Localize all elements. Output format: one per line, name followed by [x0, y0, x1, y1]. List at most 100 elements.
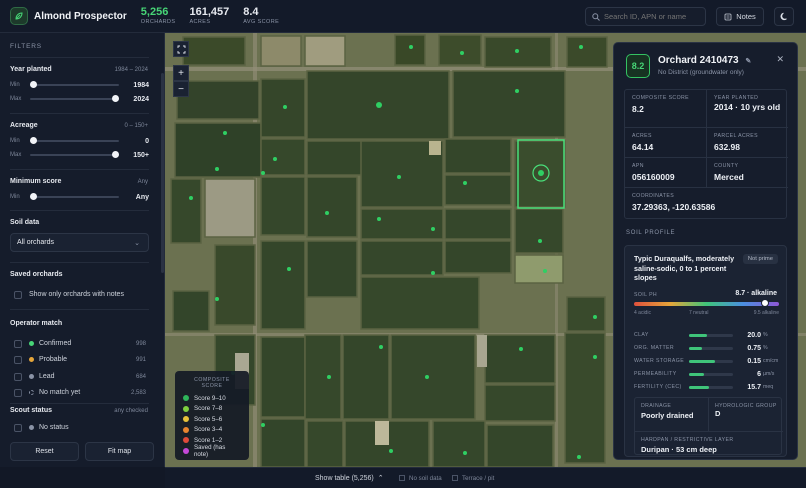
metric-permeability: PERMEABILITY 6 µm/s: [634, 370, 775, 378]
scout-status-title: Scout status: [10, 407, 53, 414]
min-score-track[interactable]: [30, 193, 119, 200]
legend-item: Score 9–10: [183, 393, 241, 404]
soil-ph-value: 8.7 · alkaline: [735, 290, 777, 297]
divider: [10, 113, 149, 114]
orchard-subtitle: No District (groundwater only): [658, 69, 744, 76]
sidebar-scrollbar[interactable]: [161, 73, 164, 273]
fullscreen-icon: [177, 45, 185, 53]
acreage-min-slider[interactable]: Min 0: [10, 136, 149, 146]
saved-orchards-title: Saved orchards: [10, 271, 63, 278]
filters-sidebar: FILTERS Year planted 1984 – 2024 Min 198…: [0, 33, 165, 467]
stat-avg-score: 8.4 AVG SCORE: [243, 5, 280, 25]
status-dot: [29, 341, 34, 346]
metric-bar: [689, 385, 709, 389]
search-icon: [592, 12, 600, 21]
field-apn: APN 056160009: [625, 158, 707, 188]
legend-swatch: [183, 426, 189, 433]
divider: [10, 403, 149, 404]
field-acres: ACRES 64.14: [625, 128, 707, 158]
soil-data-select[interactable]: All orchards ⌄: [10, 233, 149, 252]
acreage-max-knob[interactable]: [112, 151, 119, 158]
operator-probable-checkbox[interactable]: Probable 991: [14, 354, 146, 365]
soil-ph-marker: [760, 299, 769, 307]
search-input[interactable]: [604, 12, 704, 21]
search-box[interactable]: [585, 7, 706, 26]
notes-button[interactable]: Notes: [716, 7, 764, 26]
acreage-title: Acreage: [10, 122, 38, 129]
acreage-min-track[interactable]: [30, 137, 119, 144]
operator-lead-checkbox[interactable]: Lead 684: [14, 371, 146, 382]
prime-status-badge: Not prime: [742, 254, 778, 264]
zoom-in-button[interactable]: +: [173, 65, 189, 81]
orchard-detail-panel: 8.2 Orchard 2410473 ✎ No District (groun…: [613, 42, 798, 460]
metric-bar: [689, 359, 716, 363]
metric-clay: CLAY 20.0 %: [634, 331, 768, 339]
operator-no-match-checkbox[interactable]: No match yet 2,583: [14, 387, 146, 398]
year-max-track[interactable]: [30, 95, 119, 102]
year-min-knob[interactable]: [30, 81, 37, 88]
status-dot: [29, 357, 34, 362]
scout-status-range: any checked: [114, 408, 148, 414]
orchard-fields-grid: COMPOSITE SCORE 8.2 YEAR PLANTED 2014 · …: [624, 89, 788, 219]
checkbox[interactable]: [14, 355, 22, 364]
status-dot: [29, 425, 34, 430]
status-dot: [29, 390, 34, 395]
acreage-max-slider[interactable]: Max 150+: [10, 150, 149, 160]
year-min-slider[interactable]: Min 1984: [10, 80, 149, 90]
acreage-min-knob[interactable]: [30, 137, 37, 144]
acreage-max-track[interactable]: [30, 151, 119, 158]
metric-bar: [689, 372, 705, 376]
orchard-title: Orchard 2410473 ✎: [658, 55, 752, 66]
divider: [10, 169, 149, 170]
checkbox[interactable]: [14, 339, 22, 348]
checkbox[interactable]: [14, 290, 22, 299]
scout-no-status-checkbox[interactable]: No status: [14, 422, 146, 433]
metric-bar: [689, 346, 703, 350]
min-score-range: Any: [137, 179, 148, 185]
legend-item: Saved (has note): [183, 444, 241, 458]
score-legend: COMPOSITE SCORE Score 9–10 Score 7–8 Sco…: [175, 371, 249, 460]
legend-item: Score 7–8: [183, 404, 241, 415]
reset-button[interactable]: Reset: [10, 442, 79, 461]
min-score-title: Minimum score: [10, 178, 62, 185]
fullscreen-button[interactable]: [173, 41, 189, 57]
legend-swatch: [183, 416, 189, 423]
soil-ph-scale: [634, 302, 779, 306]
metric-bar: [689, 333, 708, 337]
year-min-track[interactable]: [30, 81, 119, 88]
operator-confirmed-checkbox[interactable]: Confirmed 998: [14, 338, 146, 349]
drainage-cell: DRAINAGE Poorly drained: [635, 398, 709, 432]
year-planted-title: Year planted: [10, 66, 52, 73]
show-notes-only-checkbox[interactable]: Show only orchards with notes: [14, 289, 146, 300]
score-badge: 8.2: [626, 54, 650, 78]
chevron-up-icon: ⌃: [377, 475, 384, 482]
key-swatch: [399, 475, 405, 481]
soil-ph-label: SOIL PH: [634, 292, 658, 298]
field-parcel-acres: PARCEL ACRES 632.98: [707, 128, 788, 158]
soil-profile-card: Typic Duraqualfs, moderately saline-sodi…: [624, 245, 787, 457]
checkbox[interactable]: [14, 388, 22, 397]
min-score-knob[interactable]: [30, 193, 37, 200]
fit-map-button[interactable]: Fit map: [85, 442, 154, 461]
legend-swatch: [183, 405, 189, 412]
moon-icon: [780, 12, 787, 21]
divider: [10, 309, 149, 310]
edit-icon[interactable]: ✎: [745, 58, 751, 65]
year-max-knob[interactable]: [112, 95, 119, 102]
legend-item: Score 5–6: [183, 414, 241, 425]
acreage-range: 0 – 150+: [124, 123, 148, 129]
no-soil-key: No soil data: [399, 475, 442, 482]
checkbox[interactable]: [14, 423, 22, 432]
show-table-button[interactable]: Show table (5,256) ⌃: [315, 474, 384, 483]
stat-acres: 161,457 ACRES: [189, 5, 230, 25]
zoom-out-button[interactable]: −: [173, 81, 189, 97]
min-score-slider[interactable]: Min Any: [10, 192, 149, 202]
close-icon[interactable]: ✕: [776, 54, 784, 65]
legend-swatch: [183, 437, 189, 444]
legend-item: Score 3–4: [183, 425, 241, 436]
theme-toggle-button[interactable]: [774, 7, 794, 26]
legend-swatch: [183, 447, 189, 454]
year-max-slider[interactable]: Max 2024: [10, 94, 149, 104]
key-swatch: [452, 475, 458, 481]
checkbox[interactable]: [14, 372, 22, 381]
